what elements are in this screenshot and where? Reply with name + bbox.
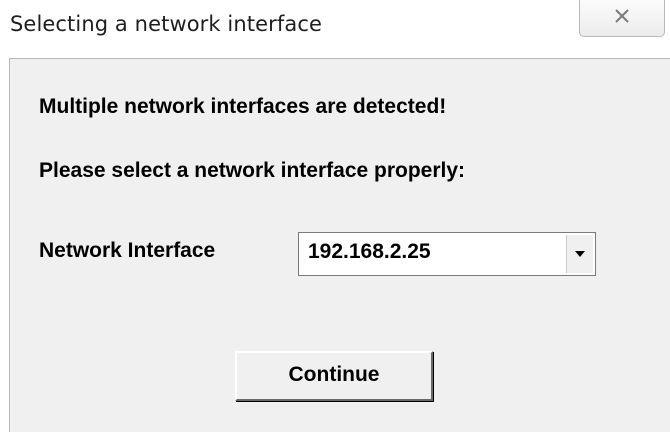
close-button[interactable] [579,0,665,37]
selected-interface-value: 192.168.2.25 [308,240,431,263]
close-x-icon [615,9,629,23]
network-interface-select[interactable]: 192.168.2.25 [298,232,596,276]
window-title: Selecting a network interface [10,12,322,36]
continue-button[interactable]: Continue [235,351,433,401]
network-interface-label: Network Interface [39,239,216,262]
instruction-message: Please select a network interface proper… [39,159,466,182]
dialog-body: Multiple network interfaces are detected… [9,58,670,432]
title-bar[interactable]: Selecting a network interface [0,0,670,58]
dialog-window: Selecting a network interface Multiple n… [0,0,670,432]
dropdown-button[interactable] [566,235,593,273]
chevron-down-icon [575,251,585,257]
detected-message: Multiple network interfaces are detected… [39,95,447,118]
